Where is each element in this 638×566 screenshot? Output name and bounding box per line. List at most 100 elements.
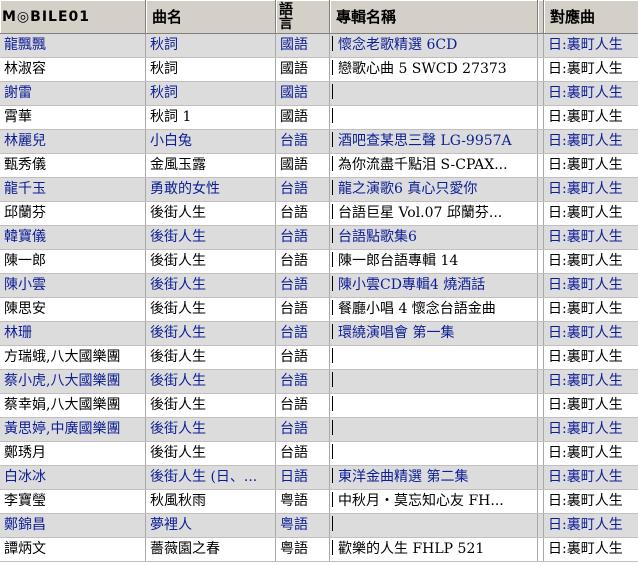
cell-language: 國語 — [276, 106, 330, 129]
logo-text: M◎BILE01 — [2, 8, 90, 25]
column-header-album[interactable]: 專輯名稱 — [330, 0, 538, 33]
cell-album-text: 東洋金曲精選 第二集 — [338, 469, 469, 485]
table-row[interactable]: 陳小雲 後街人生 台語 陳小雲CD專輯4 燒酒話 日:裏町人生 — [0, 274, 638, 298]
text-cursor-marker — [332, 492, 333, 507]
text-cursor-marker — [332, 348, 333, 363]
table-header: M◎BILE01 演唱 曲名 語 言 專輯名稱 對應曲 — [0, 0, 638, 34]
table-row[interactable]: 蔡小虎,八大國樂團 後街人生 台語 日:裏町人生 — [0, 370, 638, 394]
text-cursor-marker — [332, 444, 333, 459]
table-row[interactable]: 林麗兒 小白兔 台語 酒吧查某思三聲 LG-9957A 日:裏町人生 — [0, 130, 638, 154]
cell-artist: 陳一郎 — [0, 250, 146, 273]
cell-artist: 謝雷 — [0, 82, 146, 105]
column-header-artist[interactable]: M◎BILE01 演唱 — [0, 0, 146, 33]
cell-album-text: 酒吧查某思三聲 LG-9957A — [338, 133, 512, 149]
cell-album: 台語巨星 Vol.07 邱蘭芬... — [330, 202, 538, 225]
cell-song: 後街人生 — [146, 394, 276, 417]
text-cursor-marker — [332, 300, 333, 315]
table-row[interactable]: 鄭錦昌 夢裡人 粤語 日:裏町人生 — [0, 514, 638, 538]
cell-correspond: 日:裏町人生 — [548, 373, 623, 389]
cell-song: 秋詞 — [146, 82, 276, 105]
cell-language: 日語 — [276, 466, 330, 489]
mobile01-logo: M◎BILE01 — [2, 9, 90, 25]
table-row[interactable]: 謝雷 秋詞 國語 日:裏町人生 — [0, 82, 638, 106]
cell-artist: 白冰冰 — [0, 466, 146, 489]
table-row[interactable]: 蔡幸娟,八大國樂團 後街人生 台語 日:裏町人生 — [0, 394, 638, 418]
cell-artist: 邱蘭芬 — [0, 202, 146, 225]
table-row[interactable]: 甄秀儀 金風玉露 國語 為你流盡千點泪 S-CPAX... 日:裏町人生 — [0, 154, 638, 178]
cell-language: 台語 — [276, 178, 330, 201]
table-row[interactable]: 龍飄飄 秋詞 國語 懷念老歌精選 6CD 日:裏町人生 — [0, 34, 638, 58]
cell-album: 陳小雲CD專輯4 燒酒話 — [330, 274, 538, 297]
cell-song: 後街人生 — [146, 418, 276, 441]
cell-album-text: 歡樂的人生 FHLP 521 — [338, 541, 485, 557]
cell-language: 國語 — [276, 154, 330, 177]
text-cursor-marker — [332, 60, 333, 75]
cell-album: 中秋月・莫忘知心友 FH... — [330, 490, 538, 513]
text-cursor-marker — [332, 372, 333, 387]
table-row[interactable]: 龍千玉 勇敢的女性 台語 龍之演歌6 真心只愛你 日:裏町人生 — [0, 178, 638, 202]
table-row[interactable]: 林珊 後街人生 台語 環繞演唱會 第一集 日:裏町人生 — [0, 322, 638, 346]
table-row[interactable]: 陳思安 後街人生 台語 餐廳小唱 4 懷念台語金曲 日:裏町人生 — [0, 298, 638, 322]
cell-song: 夢裡人 — [146, 514, 276, 537]
cell-correspond: 日:裏町人生 — [548, 109, 623, 125]
table-row[interactable]: 譚炳文 薔薇園之春 粤語 歡樂的人生 FHLP 521 日:裏町人生 — [0, 538, 638, 562]
cell-album: 環繞演唱會 第一集 — [330, 322, 538, 345]
column-header-language-line1: 語 — [279, 1, 293, 18]
table-row[interactable]: 邱蘭芬 後街人生 台語 台語巨星 Vol.07 邱蘭芬... 日:裏町人生 — [0, 202, 638, 226]
cell-song: 後街人生 (日、... — [146, 466, 276, 489]
cell-album: 歡樂的人生 FHLP 521 — [330, 538, 538, 561]
cell-album — [330, 442, 538, 465]
cell-artist: 韓寶儀 — [0, 226, 146, 249]
column-header-song[interactable]: 曲名 — [146, 0, 276, 33]
cell-album-text: 懷念老歌精選 6CD — [338, 37, 458, 53]
table-row[interactable]: 鄭琇月 後街人生 台語 日:裏町人生 — [0, 442, 638, 466]
cell-album: 東洋金曲精選 第二集 — [330, 466, 538, 489]
column-header-language-line2: 言 — [279, 15, 293, 32]
cell-language: 台語 — [276, 418, 330, 441]
text-cursor-marker — [332, 180, 333, 195]
cell-artist: 龍飄飄 — [0, 34, 146, 57]
column-header-song-label: 曲名 — [152, 8, 183, 26]
table-row[interactable]: 白冰冰 後街人生 (日、... 日語 東洋金曲精選 第二集 日:裏町人生 — [0, 466, 638, 490]
text-cursor-marker — [332, 516, 333, 531]
cell-language: 台語 — [276, 298, 330, 321]
column-header-correspond[interactable]: 對應曲 — [544, 0, 638, 33]
cell-album-text: 餐廳小唱 4 懷念台語金曲 — [338, 301, 496, 317]
cell-artist: 陳思安 — [0, 298, 146, 321]
cell-language: 國語 — [276, 82, 330, 105]
cell-album-text: 台語點歌集6 — [338, 229, 417, 245]
text-cursor-marker — [332, 276, 333, 291]
text-cursor-marker — [332, 468, 333, 483]
cell-album: 戀歌心曲 5 SWCD 27373 — [330, 58, 538, 81]
cell-album: 餐廳小唱 4 懷念台語金曲 — [330, 298, 538, 321]
column-header-correspond-label: 對應曲 — [550, 8, 596, 26]
song-table: M◎BILE01 演唱 曲名 語 言 專輯名稱 對應曲 龍飄飄 秋詞 國語 懷念老歌精… — [0, 0, 638, 566]
table-row[interactable]: 黃思婷,中廣國樂團 後街人生 台語 日:裏町人生 — [0, 418, 638, 442]
cell-correspond: 日:裏町人生 — [548, 37, 623, 53]
table-row[interactable]: 方瑞蛾,八大國樂團 後街人生 台語 日:裏町人生 — [0, 346, 638, 370]
cell-correspond: 日:裏町人生 — [548, 229, 623, 245]
cell-artist: 龍千玉 — [0, 178, 146, 201]
table-row[interactable]: 韓寶儀 後街人生 台語 台語點歌集6 日:裏町人生 — [0, 226, 638, 250]
cell-artist: 蔡幸娟,八大國樂團 — [0, 394, 146, 417]
cell-language: 粤語 — [276, 490, 330, 513]
table-row[interactable]: 陳一郎 後街人生 台語 陳一郎台語專輯 14 日:裏町人生 — [0, 250, 638, 274]
cell-artist: 蔡小虎,八大國樂團 — [0, 370, 146, 393]
table-row[interactable]: 李寶瑩 秋風秋雨 粤語 中秋月・莫忘知心友 FH... 日:裏町人生 — [0, 490, 638, 514]
table-row[interactable]: 林淑容 秋詞 國語 戀歌心曲 5 SWCD 27373 日:裏町人生 — [0, 58, 638, 82]
text-cursor-marker — [332, 36, 333, 51]
text-cursor-marker — [332, 204, 333, 219]
column-header-language[interactable]: 語 言 — [276, 0, 330, 33]
text-cursor-marker — [332, 84, 333, 99]
cell-language: 台語 — [276, 226, 330, 249]
cell-correspond: 日:裏町人生 — [548, 157, 623, 173]
text-cursor-marker — [332, 156, 333, 171]
cell-correspond: 日:裏町人生 — [548, 541, 623, 557]
table-row[interactable]: 霄華 秋詞 1 國語 日:裏町人生 — [0, 106, 638, 130]
cell-artist: 黃思婷,中廣國樂團 — [0, 418, 146, 441]
cell-language: 粤語 — [276, 538, 330, 561]
cell-correspond: 日:裏町人生 — [548, 277, 623, 293]
cell-album — [330, 514, 538, 537]
cell-correspond: 日:裏町人生 — [548, 445, 623, 461]
cell-album: 陳一郎台語專輯 14 — [330, 250, 538, 273]
